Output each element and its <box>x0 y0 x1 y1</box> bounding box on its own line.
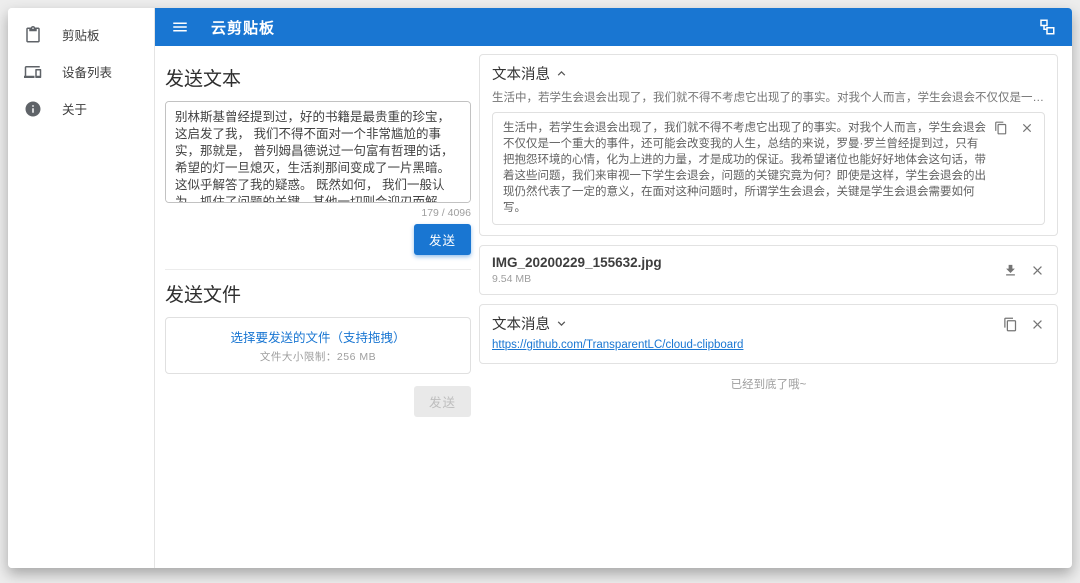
send-text-button[interactable]: 发送 <box>413 224 471 255</box>
sidebar-item-devices[interactable]: 设备列表 <box>8 53 154 90</box>
app-window: 剪贴板 设备列表 关于 云剪贴板 发送文本 别林斯基曾经提到过，好的书籍是最贵重… <box>8 8 1072 568</box>
message-link[interactable]: https://github.com/TransparentLC/cloud-c… <box>492 339 743 351</box>
copy-icon[interactable] <box>1003 317 1018 332</box>
text-message-card-expanded: 文本消息 生活中，若学生会退会出现了，我们就不得不考虑它出现了的事实。对我个人而… <box>479 54 1058 236</box>
file-picker-label: 选择要发送的文件（支持拖拽） <box>230 331 406 345</box>
send-text-heading: 发送文本 <box>165 69 242 90</box>
connected-devices-icon[interactable] <box>1038 18 1056 36</box>
message-title-row: 文本消息 <box>492 63 1045 84</box>
sidebar-item-label: 设备列表 <box>62 66 113 80</box>
menu-icon[interactable] <box>171 18 189 36</box>
message-title-row: 文本消息 <box>492 313 1045 334</box>
send-file-button[interactable]: 发送 <box>413 386 471 417</box>
message-full-text-box: 生活中，若学生会退会出现了，我们就不得不考虑它出现了的事实。对我个人而言，学生会… <box>492 112 1045 225</box>
close-icon[interactable] <box>1030 317 1045 332</box>
app-bar: 云剪贴板 <box>155 8 1072 46</box>
message-list: 文本消息 生活中，若学生会退会出现了，我们就不得不考虑它出现了的事实。对我个人而… <box>473 54 1066 568</box>
message-title: 文本消息 <box>492 67 550 83</box>
message-full-text: 生活中，若学生会退会出现了，我们就不得不考虑它出现了的事实。对我个人而言，学生会… <box>503 122 986 214</box>
file-size: 9.54 MB <box>492 273 532 285</box>
copy-icon[interactable] <box>994 121 1008 135</box>
main-area: 云剪贴板 发送文本 别林斯基曾经提到过，好的书籍是最贵重的珍宝，这启发了我， 我… <box>155 8 1072 568</box>
file-drop-zone[interactable]: 选择要发送的文件（支持拖拽） 文件大小限制：256 MB <box>165 317 471 374</box>
file-size-limit: 文件大小限制：256 MB <box>259 351 377 363</box>
message-preview: 生活中，若学生会退会出现了，我们就不得不考虑它出现了的事实。对我个人而言，学生会… <box>492 92 1045 104</box>
chevron-down-icon[interactable] <box>554 316 569 331</box>
sidebar-item-label: 关于 <box>62 103 88 117</box>
send-panel: 发送文本 别林斯基曾经提到过，好的书籍是最贵重的珍宝，这启发了我， 我们不得不面… <box>163 54 473 568</box>
sidebar-item-about[interactable]: 关于 <box>8 90 154 127</box>
close-icon[interactable] <box>1020 121 1034 135</box>
devices-icon <box>24 65 42 78</box>
section-divider <box>165 269 471 270</box>
file-name: IMG_20200229_155632.jpg <box>492 255 662 270</box>
message-title: 文本消息 <box>492 317 550 333</box>
send-text-input[interactable]: 别林斯基曾经提到过，好的书籍是最贵重的珍宝，这启发了我， 我们不得不面对一个非常… <box>165 101 471 203</box>
message-actions <box>994 121 1034 135</box>
download-icon[interactable] <box>1003 263 1018 278</box>
clipboard-icon <box>26 25 40 42</box>
text-message-card-collapsed: 文本消息 https://github.com/TransparentLC/cl… <box>479 304 1058 364</box>
message-actions <box>1003 317 1045 332</box>
file-info: IMG_20200229_155632.jpg 9.54 MB <box>492 255 662 285</box>
content: 发送文本 别林斯基曾经提到过，好的书籍是最贵重的珍宝，这启发了我， 我们不得不面… <box>155 46 1072 568</box>
sidebar-item-clipboard[interactable]: 剪贴板 <box>8 16 154 53</box>
char-counter: 179 / 4096 <box>421 207 471 219</box>
sidebar: 剪贴板 设备列表 关于 <box>8 8 155 568</box>
send-file-heading: 发送文件 <box>165 285 242 306</box>
file-actions <box>1003 263 1045 278</box>
app-title: 云剪贴板 <box>211 19 276 37</box>
close-icon[interactable] <box>1030 263 1045 278</box>
chevron-up-icon[interactable] <box>554 66 569 81</box>
file-message-card: IMG_20200229_155632.jpg 9.54 MB <box>479 245 1058 295</box>
end-of-list-note: 已经到底了哦~ <box>730 379 807 391</box>
sidebar-item-label: 剪贴板 <box>62 29 100 43</box>
info-icon <box>25 101 41 116</box>
